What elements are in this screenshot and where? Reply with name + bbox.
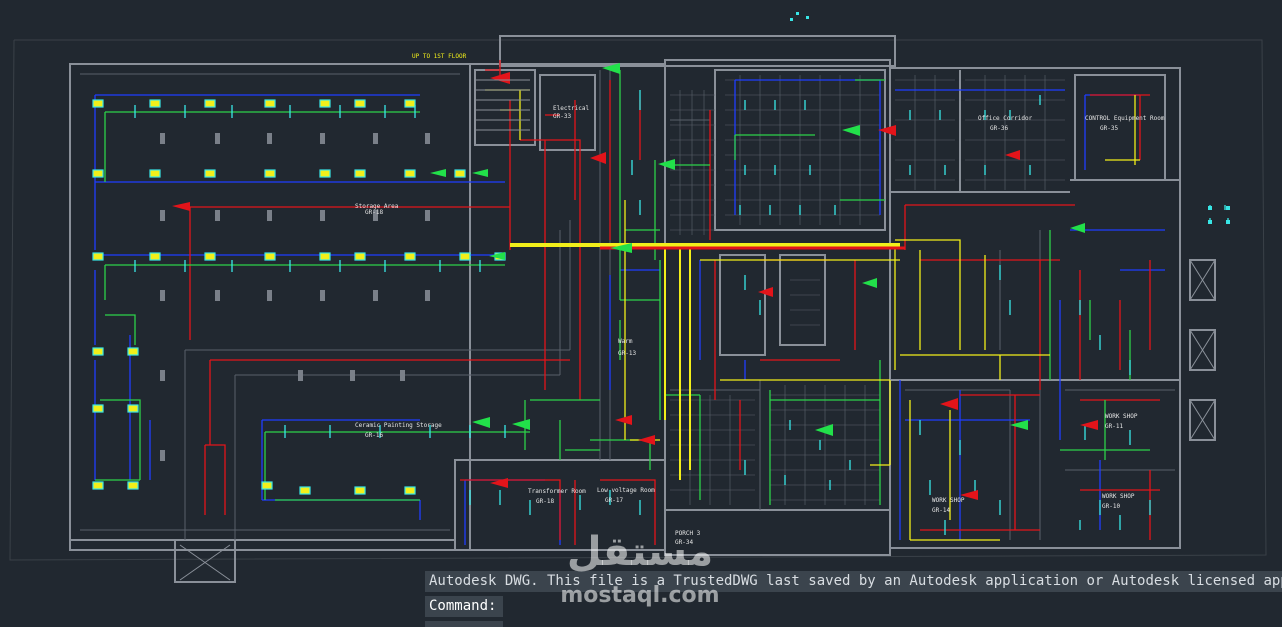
room-ceramic-name: Ceramic Painting Storage xyxy=(355,422,442,429)
room-workshop1-name: WORK SHOP xyxy=(932,497,965,504)
room-warm-tag: GR-13 xyxy=(618,350,636,357)
circuit-yellow xyxy=(485,89,1140,541)
command-window: Autodesk DWG. This file is a TrustedDWG … xyxy=(425,570,1282,627)
drawing-canvas[interactable]: UP TO 1ST FLOOR Storage Area GR-18 Ceram… xyxy=(0,0,1282,625)
room-transformer-tag: GR-18 xyxy=(536,498,554,505)
room-workshop2-name: WORK SHOP xyxy=(1105,413,1138,420)
room-workshop2-tag: GR-11 xyxy=(1105,423,1123,430)
command-input[interactable] xyxy=(507,596,1282,619)
room-lowvoltage-name: Low voltage Room xyxy=(597,487,655,494)
light-fixtures xyxy=(92,99,506,495)
room-warm-name: Warm xyxy=(618,338,633,345)
interior-lines xyxy=(80,70,1175,540)
room-workshop1-tag: GR-14 xyxy=(932,507,950,514)
circuit-red xyxy=(189,60,1160,545)
room-transformer-name: Transformer Room xyxy=(528,488,586,495)
ceiling-grids xyxy=(670,75,1065,505)
room-workshop3-name: WORK SHOP xyxy=(1102,493,1135,500)
room-office-tag: GR-36 xyxy=(990,125,1008,132)
room-electrical-tag: GR-33 xyxy=(553,113,571,120)
room-ceramic-tag: GR-16 xyxy=(365,432,383,439)
room-control-name: CONTROL Equipment Room xyxy=(1085,115,1165,122)
room-workshop3-tag: GR-10 xyxy=(1102,503,1120,510)
command-prompt-label: Command: xyxy=(429,598,497,614)
room-lowvoltage-tag: GR-17 xyxy=(605,497,623,504)
circuit-blue xyxy=(94,79,1165,545)
building-walls xyxy=(69,35,1216,583)
circuit-green xyxy=(95,70,1150,505)
room-storage-tag: GR-18 xyxy=(365,209,383,216)
command-history: Autodesk DWG. This file is a TrustedDWG … xyxy=(425,571,1282,592)
room-electrical-name: Electrical xyxy=(553,105,590,112)
command-next-line xyxy=(425,621,503,627)
command-prompt: Command: xyxy=(425,596,503,617)
room-office-name: Office Corridor xyxy=(978,115,1033,122)
room-porch-tag: GR-34 xyxy=(675,539,693,546)
up-floor-note: UP TO 1ST FLOOR xyxy=(412,53,467,60)
fixture-ticks xyxy=(134,90,1229,535)
room-control-tag: GR-35 xyxy=(1100,125,1118,132)
room-porch-name: PORCH 3 xyxy=(675,530,701,537)
